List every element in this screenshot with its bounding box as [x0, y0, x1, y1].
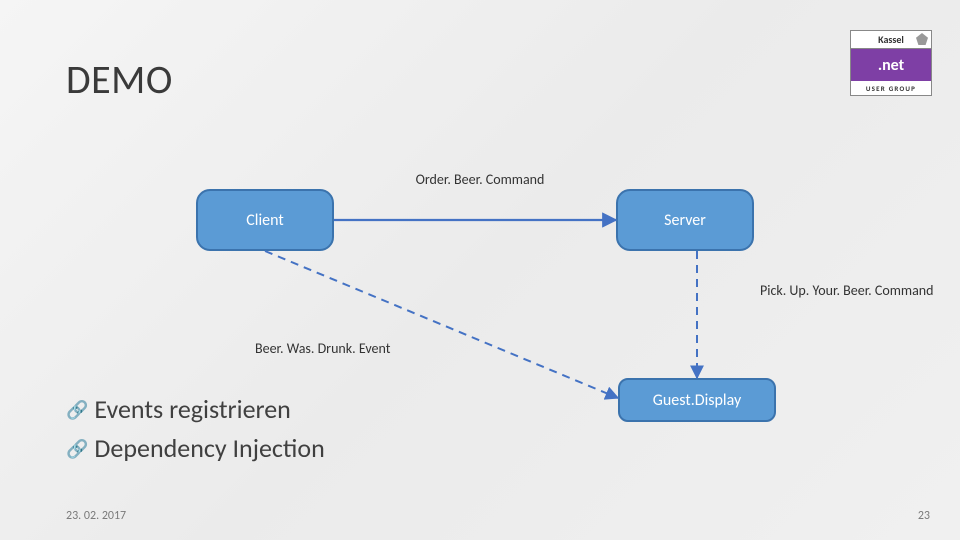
logo-badge: Kassel .net USER GROUP	[850, 30, 932, 96]
label-order-beer-command: Order. Beer. Command	[370, 171, 590, 188]
bullet-list: Events registrieren Dependency Injection	[66, 390, 325, 468]
logo-top-text: Kassel	[851, 31, 931, 49]
slide-title: DEMO	[66, 55, 173, 104]
footer-date: 23. 02. 2017	[66, 509, 126, 523]
bullet-events-registrieren: Events registrieren	[66, 390, 325, 429]
logo-bot-text: USER GROUP	[851, 81, 931, 95]
node-server: Server	[616, 189, 754, 251]
node-guest-display: Guest.Display	[618, 378, 776, 422]
logo-mid-text: .net	[851, 49, 931, 81]
bullet-dependency-injection: Dependency Injection	[66, 429, 325, 468]
node-client: Client	[196, 189, 334, 251]
footer-page-number: 23	[918, 509, 930, 523]
label-pickup-beer-command: Pick. Up. Your. Beer. Command	[760, 282, 934, 299]
label-beer-was-drunk-event: Beer. Was. Drunk. Event	[255, 340, 390, 357]
